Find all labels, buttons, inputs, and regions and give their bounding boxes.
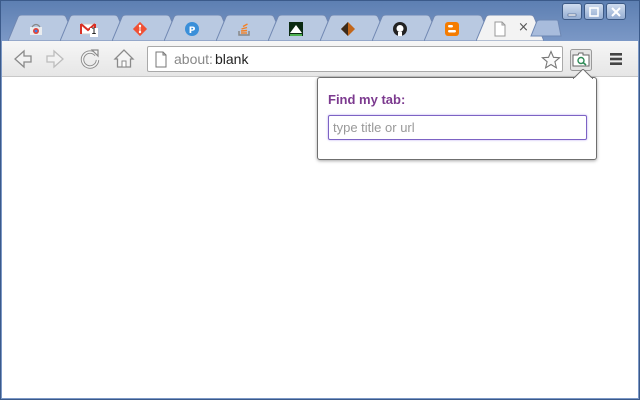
maximize-icon: [589, 6, 599, 17]
address-bar[interactable]: about: blank: [147, 46, 563, 72]
diamond-icon: [341, 22, 355, 36]
url-text: blank: [215, 51, 249, 67]
tab-strip: 1 P ×: [8, 15, 568, 41]
url-scheme: about:: [174, 51, 213, 67]
blank-page-icon: [494, 21, 506, 37]
pandora-icon: P: [185, 22, 199, 36]
unread-badge: 1: [90, 27, 98, 37]
back-button[interactable]: [10, 47, 34, 71]
forward-arrow-icon: [46, 49, 64, 69]
mountain-icon: [289, 22, 303, 36]
page-icon: [155, 51, 167, 68]
forward-button[interactable]: [44, 47, 68, 71]
close-tab-button[interactable]: ×: [518, 21, 529, 35]
svg-text:P: P: [189, 26, 196, 36]
tab-search-input[interactable]: [328, 115, 587, 140]
find-my-tab-extension-button[interactable]: [570, 49, 592, 71]
git-icon: [132, 21, 148, 37]
chrome-webstore-icon: [30, 23, 42, 35]
new-tab-button[interactable]: [530, 19, 562, 37]
home-button[interactable]: [112, 47, 136, 71]
find-my-tab-popup: Find my tab:: [317, 69, 597, 160]
menu-button[interactable]: [608, 51, 624, 67]
browser-toolbar: about: blank: [2, 41, 638, 77]
close-icon: [611, 6, 621, 17]
reload-button[interactable]: [78, 47, 102, 71]
popup-arrow: [573, 69, 593, 79]
blogger-icon: [445, 22, 459, 36]
hamburger-icon: [610, 53, 622, 56]
window-controls: [560, 3, 626, 21]
popup-title: Find my tab:: [328, 92, 406, 107]
back-arrow-icon: [14, 49, 32, 69]
github-icon: [393, 22, 407, 36]
maximize-button[interactable]: [584, 3, 604, 20]
minimize-icon: [567, 13, 577, 16]
stackoverflow-icon: [238, 23, 250, 36]
bookmark-star-icon[interactable]: [541, 50, 561, 70]
close-window-button[interactable]: [606, 3, 626, 20]
